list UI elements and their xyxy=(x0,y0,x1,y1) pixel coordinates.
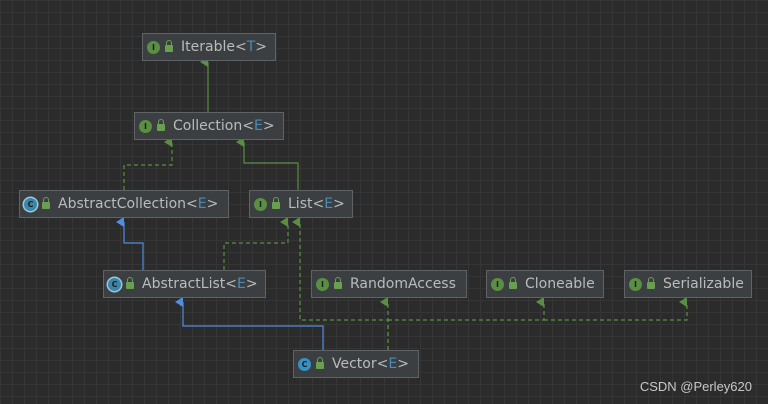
lock-icon xyxy=(647,277,655,289)
lock-icon xyxy=(272,197,280,209)
lock-icon xyxy=(157,119,165,131)
node-label: AbstractCollection<E> xyxy=(58,196,219,212)
lock-icon xyxy=(334,277,342,289)
node-label: Vector<E> xyxy=(332,356,409,372)
node-label: Cloneable xyxy=(525,276,595,292)
node-abstract-list[interactable]: C AbstractList<E> xyxy=(103,270,266,298)
lock-icon xyxy=(42,197,50,209)
lock-icon xyxy=(316,357,324,369)
class-icon: C xyxy=(298,357,311,371)
node-vector[interactable]: C Vector<E> xyxy=(293,350,419,378)
node-random-access[interactable]: I RandomAccess xyxy=(311,270,467,298)
node-abstract-collection[interactable]: C AbstractCollection<E> xyxy=(19,190,229,218)
node-list[interactable]: I List<E> xyxy=(249,190,353,218)
lock-icon xyxy=(165,40,173,52)
node-label: Serializable xyxy=(663,276,744,292)
interface-icon: I xyxy=(491,277,504,291)
edge-abstractcollection-implements-collection xyxy=(123,137,173,190)
edge-vector-extends-abstractlist xyxy=(175,297,324,350)
node-label: AbstractList<E> xyxy=(142,276,258,292)
node-serializable[interactable]: I Serializable xyxy=(624,270,752,298)
node-label: RandomAccess xyxy=(350,276,456,292)
lock-icon xyxy=(126,277,134,289)
edge-abstractlist-implements-list xyxy=(223,217,289,270)
watermark: CSDN @Perley620 xyxy=(639,379,752,394)
interface-icon: I xyxy=(629,277,642,291)
interface-icon: I xyxy=(316,277,329,291)
edge-vector-implements-cloneable xyxy=(388,297,545,321)
edge-list-extends-collection xyxy=(236,137,299,190)
edge-vector-implements-serializable xyxy=(544,297,688,321)
node-collection[interactable]: I Collection<E> xyxy=(134,112,284,140)
node-cloneable[interactable]: I Cloneable xyxy=(486,270,604,298)
interface-icon: I xyxy=(254,197,267,211)
abstract-class-icon: C xyxy=(108,277,121,291)
interface-icon: I xyxy=(147,40,160,54)
lock-icon xyxy=(509,277,517,289)
node-label: Collection<E> xyxy=(173,118,275,134)
node-iterable[interactable]: I Iterable<T> xyxy=(142,33,276,61)
node-label: Iterable<T> xyxy=(181,39,267,55)
abstract-class-icon: C xyxy=(24,197,37,211)
interface-icon: I xyxy=(139,119,152,133)
edge-abstractlist-extends-abstractcollection xyxy=(116,217,144,270)
node-label: List<E> xyxy=(288,196,345,212)
